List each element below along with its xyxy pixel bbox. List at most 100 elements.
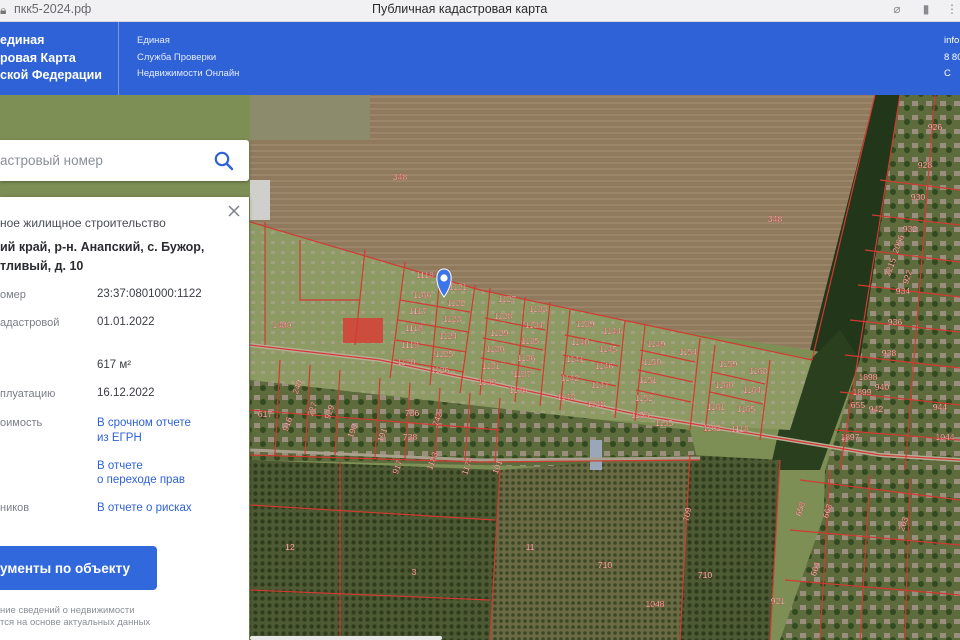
parcel-label: 1480 [273, 320, 292, 330]
object-info-panel: ное жилищное строительство ий край, р-н.… [0, 197, 249, 640]
parcel-label: 1137 [513, 369, 532, 379]
parcel-label: 348 [393, 172, 407, 182]
lock-icon: 🔒︎ [0, 3, 7, 17]
parcel-label: 1118 [405, 323, 423, 333]
parcel-label: 1159 [719, 359, 738, 369]
parcel-label: 1127 [498, 294, 517, 304]
url-bar[interactable]: пкк5-2024.рф [14, 0, 91, 18]
parcel-label: 1133 [529, 304, 548, 314]
parcel-label: 930 [911, 192, 925, 202]
site-header: единая ровая Карта ской Федерации Единая… [0, 22, 960, 95]
address-line-1: ий край, р-н. Анапский, с. Бужор, [0, 240, 205, 254]
parcel-label: 710 [698, 570, 712, 580]
parcel-label: 1140 [571, 337, 590, 347]
footnote-line-2: тся на основе актуальных данных [0, 617, 151, 628]
service-line-3: Недвижимости Онлайн [137, 68, 240, 79]
parcel-label: 1161 [707, 402, 726, 412]
parcel-label: 1117 [409, 306, 427, 316]
parcel-label: 1044 [936, 432, 955, 442]
parcel-label: 1162 [703, 423, 722, 433]
parcel-label: 11 [526, 542, 535, 552]
parcel-label: 1128 [494, 311, 513, 321]
parcel-label: 936 [888, 317, 902, 327]
parcel-label: 1163 [749, 366, 768, 376]
brand-line-1: единая [0, 33, 45, 47]
parcel-label: 921 [771, 596, 785, 606]
parcel-label: 736 [405, 408, 419, 418]
parcel-label: 942 [869, 404, 883, 414]
parcel-label: 3 [412, 567, 417, 577]
parcel-label: 1139 [576, 319, 595, 329]
commissioning-value: 16.12.2022 [97, 387, 155, 399]
parcel-label: 1118 [416, 270, 434, 280]
cadastral-number-label: омер [0, 289, 26, 301]
risks-report-link[interactable]: В отчете о рисках [97, 501, 192, 515]
parcel-label: 928 [918, 160, 932, 170]
transfer-report-link-line2[interactable]: о переходе прав [97, 473, 185, 487]
contact-chat[interactable]: С [944, 66, 951, 82]
transfer-report-link[interactable]: В отчете [97, 459, 143, 473]
land-use-type: ное жилищное строительство [0, 216, 166, 230]
cadastral-number-value: 23:37:0801000:1122 [97, 288, 202, 300]
parcel-label: 1138 [509, 385, 528, 395]
bookmark-icon[interactable]: ▮ [918, 0, 934, 18]
parcel-label: 1146 [595, 361, 614, 371]
area-value: 617 м² [97, 359, 132, 371]
contact-phone[interactable]: 8 80 [944, 50, 960, 66]
parcel-label: 934 [896, 286, 910, 296]
search-icon[interactable] [213, 150, 235, 172]
parcel-label: 938 [882, 348, 896, 358]
brand-line-2: ровая Карта [0, 51, 76, 65]
cadastral-number-search-input[interactable] [0, 140, 200, 181]
parcel-label: 1152 [635, 393, 654, 403]
browser-bar: 🔒︎ пкк5-2024.рф Публичная кадастровая ка… [0, 0, 960, 22]
parcel-label: 738 [403, 432, 417, 442]
tracking-off-icon[interactable]: ⌀ [889, 0, 905, 18]
parcel-label: 1126 [431, 365, 450, 375]
parcel-label: 1142 [561, 373, 580, 383]
parcel-label: 1141 [566, 354, 585, 364]
parcel-label: 1122 [447, 298, 466, 308]
parcel-label: 1048 [646, 599, 665, 609]
parcel-label: 932 [903, 224, 917, 234]
parcel-label: 1121 [449, 282, 468, 292]
footnote-line-1: ние сведений о недвижимости [0, 605, 135, 616]
parcel-label: 1154 [679, 347, 698, 357]
parcel-label: 1145 [599, 344, 618, 354]
parcel-label: 1136 [517, 353, 536, 363]
parcel-label: 1164 [743, 385, 762, 395]
parcel-label: 710 [598, 560, 612, 570]
more-icon[interactable]: ⋮ [944, 0, 960, 18]
parcel-label: 1899 [853, 387, 872, 397]
brand-line-3: ской Федерации [0, 68, 102, 82]
parcel-label: 1135 [521, 336, 540, 346]
parcel-label: 1147 [591, 380, 610, 390]
parcel-label: 348 [768, 214, 782, 224]
parcel-label: 1148 [587, 399, 606, 409]
contact-email[interactable]: info [944, 33, 959, 49]
cost-report-link-line2[interactable]: из ЕГРН [97, 431, 142, 445]
service-line-1: Единая [137, 35, 170, 46]
parcel-label: 1119 [401, 340, 419, 350]
parcel-label: 1116 [731, 424, 749, 434]
parcel-label: 1153 [631, 410, 650, 420]
page-title: Публичная кадастровая карта [372, 2, 548, 16]
parcel-label: 1143 [557, 392, 576, 402]
close-icon[interactable] [227, 204, 241, 218]
parcel-label: 1155 [655, 418, 674, 428]
cost-report-link[interactable]: В срочном отчете [97, 416, 191, 430]
parcel-label: 1898 [859, 372, 878, 382]
address-line-2: тливый, д. 10 [0, 259, 84, 273]
parcel-label: 1134 [525, 320, 544, 330]
cost-label: оимость [0, 417, 43, 429]
parcel-label: 1160 [715, 380, 734, 390]
object-documents-button[interactable]: ументы по объекту [0, 546, 157, 590]
horizontal-scrollbar[interactable] [250, 636, 442, 640]
commissioning-label: плуатацию [0, 388, 56, 400]
header-divider [118, 22, 119, 95]
parcel-label: 1120 [397, 357, 416, 367]
service-line-2: Служба Проверки [137, 52, 217, 63]
parcel-label: 926 [928, 122, 942, 132]
parcel-label: 940 [875, 382, 889, 392]
parcel-label: 1149 [647, 339, 666, 349]
